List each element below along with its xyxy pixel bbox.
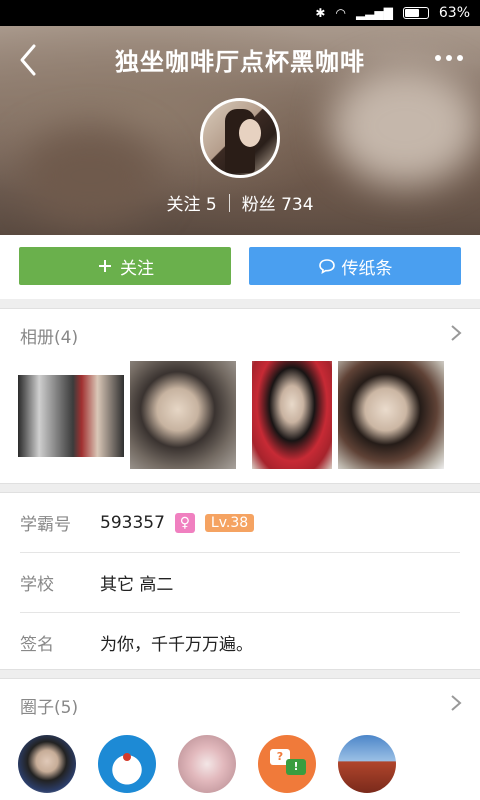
chevron-right-icon: [451, 695, 462, 711]
album-photo[interactable]: [252, 361, 332, 469]
chat-bubble-icon: [318, 259, 335, 275]
signal-icon: ▂▃▅▇: [355, 6, 393, 20]
info-row-signature: 签名 为你，千千万万遍。: [0, 613, 480, 672]
action-bar: 关注 传纸条: [0, 235, 480, 299]
signature-value: 为你，千千万万遍。: [100, 635, 253, 655]
stats-divider: [228, 193, 230, 212]
school-value: 其它 高二: [100, 575, 174, 595]
wifi-icon: ◠: [335, 6, 346, 20]
info-row-school: 学校 其它 高二: [0, 553, 480, 612]
school-label: 学校: [20, 575, 54, 595]
status-bar: ✱ ◠ ▂▃▅▇ 63%: [0, 0, 480, 26]
more-dot-icon: [435, 55, 441, 61]
info-row-id: 学霸号 593357 ♀ Lv.38: [0, 493, 480, 552]
profile-info: 学霸号 593357 ♀ Lv.38 学校 其它 高二 签名 为你，千千万万遍。: [0, 492, 480, 670]
id-label: 学霸号: [20, 515, 71, 535]
battery-icon: [402, 7, 429, 19]
circle-avatar[interactable]: ? !: [258, 735, 316, 793]
circle-avatar[interactable]: [98, 735, 156, 793]
back-arrow-icon: [20, 44, 36, 76]
female-icon: ♀: [174, 512, 195, 533]
album-photo[interactable]: [130, 361, 236, 469]
circles-title: 圈子(5): [20, 698, 79, 718]
following-count[interactable]: 关注 5: [166, 190, 216, 215]
more-dot-icon: [446, 55, 452, 61]
profile-header: 独坐咖啡厅点杯黑咖啡 关注 5 粉丝 734: [0, 26, 480, 235]
follow-stats: 关注 5 粉丝 734: [0, 190, 480, 215]
circle-avatar[interactable]: [178, 735, 236, 793]
level-badge: Lv.38: [204, 513, 255, 532]
id-value: 593357: [100, 512, 165, 533]
avatar[interactable]: [200, 98, 280, 178]
album-photo-list: [18, 361, 444, 469]
album-title: 相册(4): [20, 328, 79, 348]
album-section[interactable]: 相册(4): [0, 308, 480, 484]
battery-percent: 63%: [438, 5, 470, 21]
send-note-button[interactable]: 传纸条: [249, 247, 461, 285]
follow-button[interactable]: 关注: [19, 247, 231, 285]
signature-label: 签名: [20, 635, 54, 655]
more-options-button[interactable]: [432, 48, 466, 68]
chevron-right-icon: [451, 325, 462, 341]
page-title: 独坐咖啡厅点杯黑咖啡: [115, 48, 365, 76]
more-dot-icon: [457, 55, 463, 61]
id-value-group: 593357 ♀ Lv.38: [100, 512, 255, 533]
send-note-button-label: 传纸条: [341, 258, 393, 279]
circle-avatar[interactable]: [18, 735, 76, 793]
exclamation-bubble-icon: !: [286, 759, 306, 775]
follow-button-label: 关注: [120, 258, 154, 279]
circles-section[interactable]: 圈子(5) ? !: [0, 678, 480, 800]
back-button[interactable]: [14, 42, 44, 78]
bluetooth-icon: ✱: [315, 6, 326, 20]
background-blur: [330, 66, 480, 186]
plus-icon: [99, 260, 111, 272]
album-photo[interactable]: [338, 361, 444, 469]
circle-list: ? !: [18, 735, 396, 793]
album-photo[interactable]: [18, 375, 124, 457]
circle-avatar[interactable]: [338, 735, 396, 793]
fans-count[interactable]: 粉丝 734: [242, 190, 314, 215]
